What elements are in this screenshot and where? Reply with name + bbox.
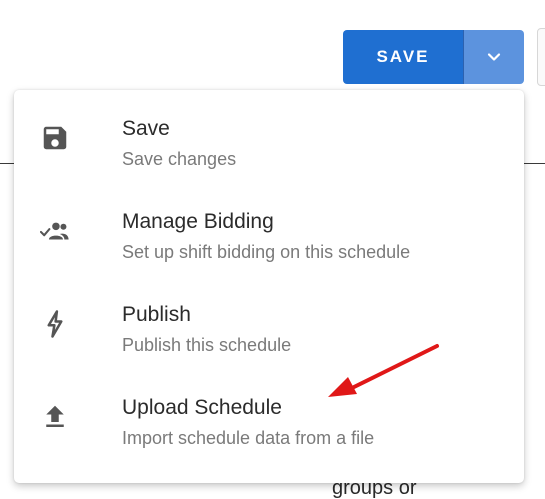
lightning-bolt-icon (40, 309, 70, 339)
background-divider-left (0, 163, 14, 164)
menu-item-title: Manage Bidding (122, 210, 274, 233)
menu-item-publish[interactable]: Publish Publish this schedule (14, 276, 524, 369)
background-divider-right (524, 163, 545, 164)
upload-icon (40, 402, 70, 432)
save-options-toggle[interactable] (463, 30, 524, 84)
save-button[interactable]: SAVE (343, 30, 463, 84)
menu-item-upload-schedule[interactable]: Upload Schedule Import schedule data fro… (14, 369, 524, 462)
menu-item-manage-bidding[interactable]: Manage Bidding Set up shift bidding on t… (14, 183, 524, 276)
background-adjacent-button[interactable] (537, 28, 545, 86)
menu-item-title: Publish (122, 303, 191, 326)
menu-item-title: Upload Schedule (122, 396, 282, 419)
menu-item-subtitle: Publish this schedule (122, 335, 292, 355)
save-options-menu: Save Save changes Manage Bidding Set up … (14, 90, 524, 483)
save-split-button: SAVE (343, 30, 524, 84)
floppy-disk-icon (40, 123, 70, 153)
menu-item-title: Save (122, 117, 170, 140)
menu-item-subtitle: Save changes (122, 149, 237, 169)
chevron-down-icon (487, 53, 501, 61)
menu-item-subtitle: Set up shift bidding on this schedule (122, 242, 411, 262)
menu-item-save[interactable]: Save Save changes (14, 90, 524, 183)
menu-item-subtitle: Import schedule data from a file (122, 428, 375, 448)
people-check-icon (40, 216, 70, 246)
